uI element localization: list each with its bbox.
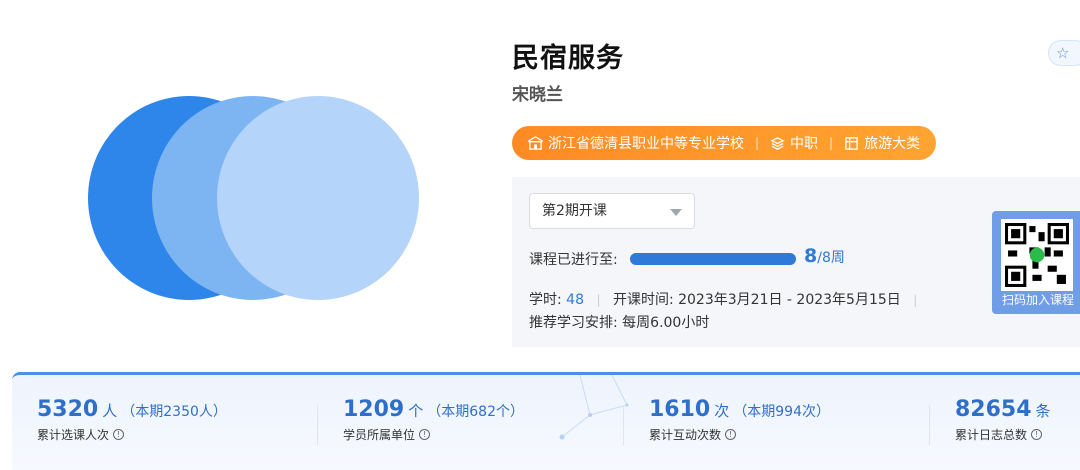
course-title: 民宿服务 [512,43,624,74]
info-icon[interactable]: ! [1031,429,1043,440]
stat-label: 累计选课人次 [37,428,110,442]
schedule-text: 开课时间: 2023年3月21日 - 2023年5月15日 [612,292,901,308]
cover-circle-light [217,96,419,300]
stat-number: 5320 [37,397,99,422]
qr-label: 扫码加入课程 [1002,293,1075,307]
info-icon[interactable]: ! [725,429,737,440]
stat-unit: 条 [1035,402,1051,420]
stat-enrollments: 5320 人（本期2350人） 累计选课人次! [37,397,227,443]
teacher-name[interactable]: 宋晓兰 [512,80,563,105]
tag-separator: | [829,136,834,150]
tag-separator: | [755,136,760,150]
stat-number: 82654 [955,397,1032,422]
progress-label: 课程已进行至: [529,252,618,268]
session-select-value: 第2期开课 [542,203,607,219]
qr-join-card[interactable]: 扫码加入课程 [992,211,1080,314]
tag-category[interactable]: 旅游大类 [864,133,920,153]
qr-code [1001,219,1073,291]
stat-divider [929,405,930,445]
stat-number: 1209 [343,397,405,422]
info-icon[interactable]: ! [113,429,125,440]
recommend-text: 推荐学习安排: 每周6.00小时 [529,315,710,331]
stat-label: 累计日志总数 [955,428,1028,442]
stat-logs: 82654 条 累计日志总数! [955,397,1055,443]
stat-extra: （本期994次） [733,404,830,420]
stats-bar: 5320 人（本期2350人） 累计选课人次! 1209 个（本期682个） 学员所… [12,372,1080,470]
favorite-button[interactable]: ☆ [1048,40,1080,66]
progress-current: 8 [804,245,818,267]
hours-value: 48 [566,292,584,308]
info-icon[interactable]: ! [419,429,431,440]
stat-extra: （本期682个） [427,404,524,420]
progress-total: /8周 [817,250,845,266]
progress-bar [630,253,796,265]
hours-label: 学时: [529,292,562,308]
stat-unit: 人 [102,402,118,420]
stat-unit: 个 [408,402,424,420]
star-icon: ☆ [1056,44,1070,62]
tag-school[interactable]: 浙江省德清县职业中等专业学校 [548,133,744,153]
meta-separator: | [596,293,601,307]
course-meta-line: 学时: 48 | 开课时间: 2023年3月21日 - 2023年5月15日 | [529,289,925,309]
stat-label: 累计互动次数 [649,428,722,442]
stat-extra: （本期2350人） [121,404,227,420]
stat-units: 1209 个（本期682个） 学员所属单位! [343,397,524,443]
progress-bar-fill [630,253,796,265]
stat-label: 学员所属单位 [343,428,416,442]
tag-level[interactable]: 中职 [790,133,818,153]
session-select[interactable]: 第2期开课 [529,193,695,229]
course-cover-image [0,0,500,350]
meta-separator: | [913,293,918,307]
course-tag-bar: 浙江省德清县职业中等专业学校 | 中职 | 旅游大类 [512,126,937,160]
stat-interactions: 1610 次（本期994次） 累计互动次数! [649,397,830,443]
stat-unit: 次 [714,402,730,420]
layers-icon [770,136,785,150]
stat-divider [317,405,318,445]
stat-divider [623,405,624,445]
book-icon [845,136,858,150]
chevron-down-icon [670,209,682,216]
stat-number: 1610 [649,397,711,422]
qr-code-icon [1005,223,1069,287]
network-decoration [559,375,629,440]
progress-value: 8/8周 [804,245,845,267]
school-icon [528,135,543,150]
